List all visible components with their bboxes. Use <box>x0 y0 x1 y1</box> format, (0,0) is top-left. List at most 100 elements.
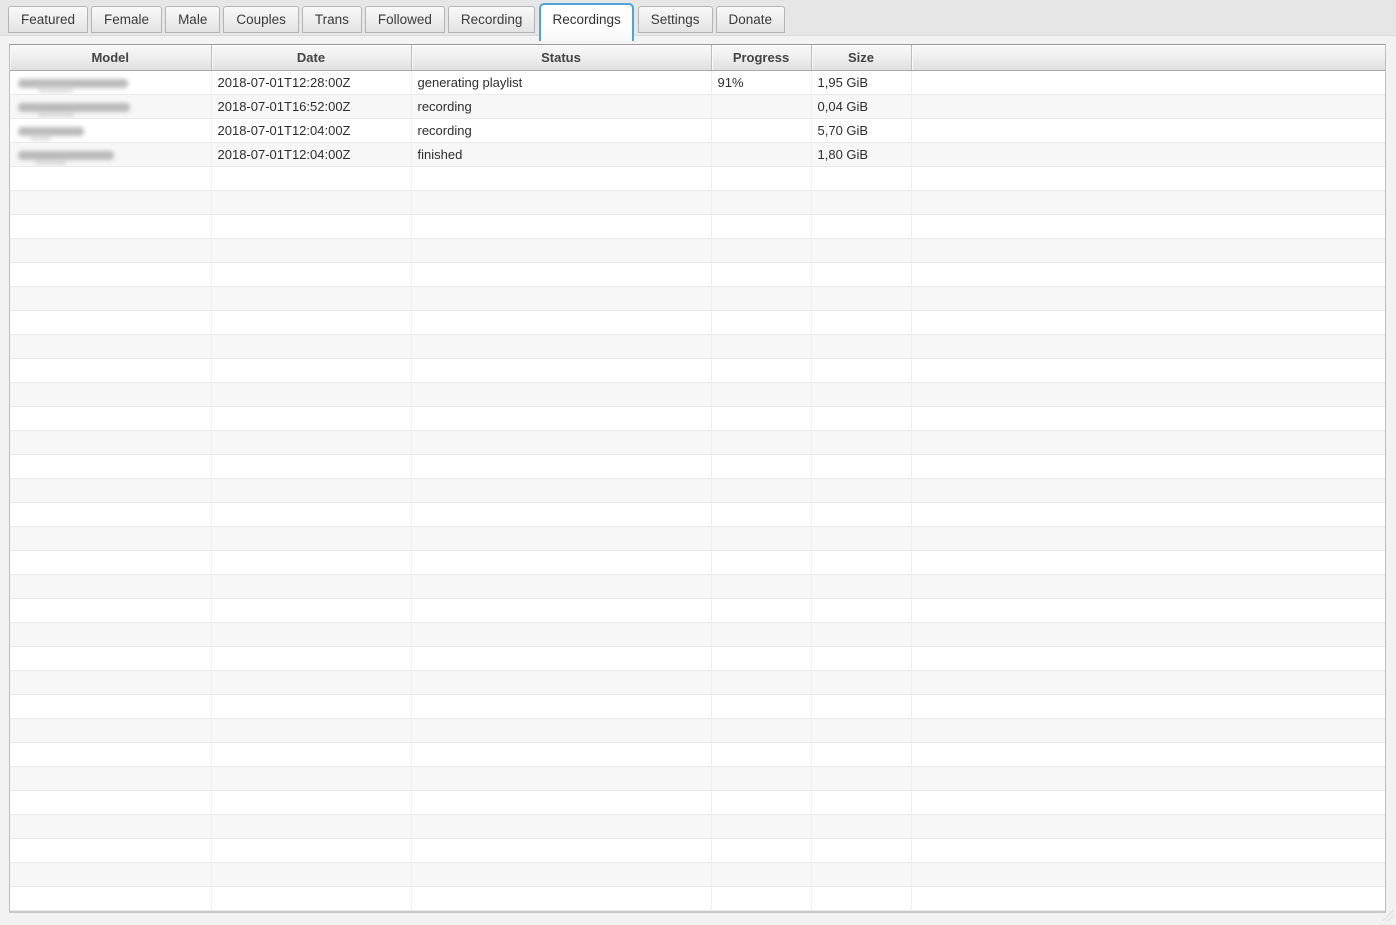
table-row[interactable] <box>10 406 1385 430</box>
cell-status: recording <box>411 118 711 142</box>
cell-progress <box>711 142 811 166</box>
cell-progress <box>711 478 811 502</box>
cell-size: 0,04 GiB <box>811 94 911 118</box>
table-row[interactable]: 2018-07-01T12:28:00Zgenerating playlist9… <box>10 70 1385 94</box>
tab-trans[interactable]: Trans <box>302 6 362 33</box>
table-row[interactable] <box>10 550 1385 574</box>
cell-status <box>411 718 711 742</box>
cell-status <box>411 262 711 286</box>
table-row[interactable]: 2018-07-01T12:04:00Zfinished1,80 GiB <box>10 142 1385 166</box>
tab-donate[interactable]: Donate <box>716 6 786 33</box>
column-header-status[interactable]: Status <box>411 45 711 70</box>
cell-size <box>811 166 911 190</box>
tab-recordings[interactable]: Recordings <box>539 3 633 41</box>
table-row[interactable] <box>10 214 1385 238</box>
cell-size <box>811 646 911 670</box>
table-row[interactable] <box>10 358 1385 382</box>
table-row[interactable] <box>10 598 1385 622</box>
tab-followed[interactable]: Followed <box>365 6 445 33</box>
column-header-date[interactable]: Date <box>211 45 411 70</box>
table-row[interactable] <box>10 814 1385 838</box>
table-row[interactable]: 2018-07-01T16:52:00Zrecording0,04 GiB <box>10 94 1385 118</box>
table-row[interactable] <box>10 262 1385 286</box>
cell-date <box>211 334 411 358</box>
table-header-row: ModelDateStatusProgressSize <box>10 45 1385 70</box>
cell-model <box>10 550 211 574</box>
table-row[interactable] <box>10 454 1385 478</box>
table-row[interactable] <box>10 166 1385 190</box>
column-header-size[interactable]: Size <box>811 45 911 70</box>
cell-status: finished <box>411 142 711 166</box>
column-header-model[interactable]: Model <box>10 45 211 70</box>
tab-settings[interactable]: Settings <box>638 6 713 33</box>
cell-size <box>811 886 911 910</box>
table-row[interactable]: 2018-07-01T12:04:00Zrecording5,70 GiB <box>10 118 1385 142</box>
table-row[interactable] <box>10 862 1385 886</box>
table-row[interactable] <box>10 886 1385 910</box>
table-row[interactable] <box>10 478 1385 502</box>
table-row[interactable] <box>10 574 1385 598</box>
cell-progress <box>711 718 811 742</box>
cell-date <box>211 502 411 526</box>
cell-filler <box>911 334 1385 358</box>
cell-date <box>211 214 411 238</box>
cell-filler <box>911 766 1385 790</box>
table-row[interactable] <box>10 670 1385 694</box>
cell-size <box>811 430 911 454</box>
table-row[interactable] <box>10 694 1385 718</box>
cell-date <box>211 694 411 718</box>
table-row[interactable] <box>10 430 1385 454</box>
table-row[interactable] <box>10 646 1385 670</box>
cell-status <box>411 670 711 694</box>
cell-status <box>411 334 711 358</box>
table-row[interactable] <box>10 286 1385 310</box>
cell-model <box>10 814 211 838</box>
table-row[interactable] <box>10 742 1385 766</box>
cell-model <box>10 190 211 214</box>
cell-filler <box>911 358 1385 382</box>
cell-status <box>411 166 711 190</box>
table-row[interactable] <box>10 238 1385 262</box>
table-row[interactable] <box>10 718 1385 742</box>
table-row[interactable] <box>10 838 1385 862</box>
table-row[interactable] <box>10 334 1385 358</box>
table-row[interactable] <box>10 502 1385 526</box>
cell-size <box>811 214 911 238</box>
cell-progress <box>711 358 811 382</box>
cell-status <box>411 694 711 718</box>
recordings-table-frame: ModelDateStatusProgressSize 2018-07-01T1… <box>9 44 1386 913</box>
cell-progress <box>711 838 811 862</box>
tab-male[interactable]: Male <box>165 6 220 33</box>
table-row[interactable] <box>10 526 1385 550</box>
cell-status <box>411 382 711 406</box>
cell-progress <box>711 166 811 190</box>
cell-status <box>411 622 711 646</box>
cell-status <box>411 406 711 430</box>
tab-couples[interactable]: Couples <box>223 6 299 33</box>
table-row[interactable] <box>10 310 1385 334</box>
cell-model <box>10 286 211 310</box>
cell-model <box>10 670 211 694</box>
table-row[interactable] <box>10 382 1385 406</box>
cell-model <box>10 406 211 430</box>
column-header-progress[interactable]: Progress <box>711 45 811 70</box>
cell-filler <box>911 646 1385 670</box>
cell-model <box>10 142 211 166</box>
cell-size <box>811 790 911 814</box>
table-row[interactable] <box>10 790 1385 814</box>
cell-size <box>811 454 911 478</box>
cell-date <box>211 262 411 286</box>
tab-recording[interactable]: Recording <box>448 6 536 33</box>
table-row[interactable] <box>10 190 1385 214</box>
table-row[interactable] <box>10 766 1385 790</box>
censored-model-name <box>18 151 114 160</box>
cell-size <box>811 478 911 502</box>
tab-featured[interactable]: Featured <box>8 6 88 33</box>
tab-female[interactable]: Female <box>91 6 162 33</box>
cell-size <box>811 598 911 622</box>
cell-model <box>10 694 211 718</box>
table-row[interactable] <box>10 622 1385 646</box>
cell-progress <box>711 622 811 646</box>
recordings-table: ModelDateStatusProgressSize 2018-07-01T1… <box>10 45 1385 911</box>
cell-model <box>10 214 211 238</box>
